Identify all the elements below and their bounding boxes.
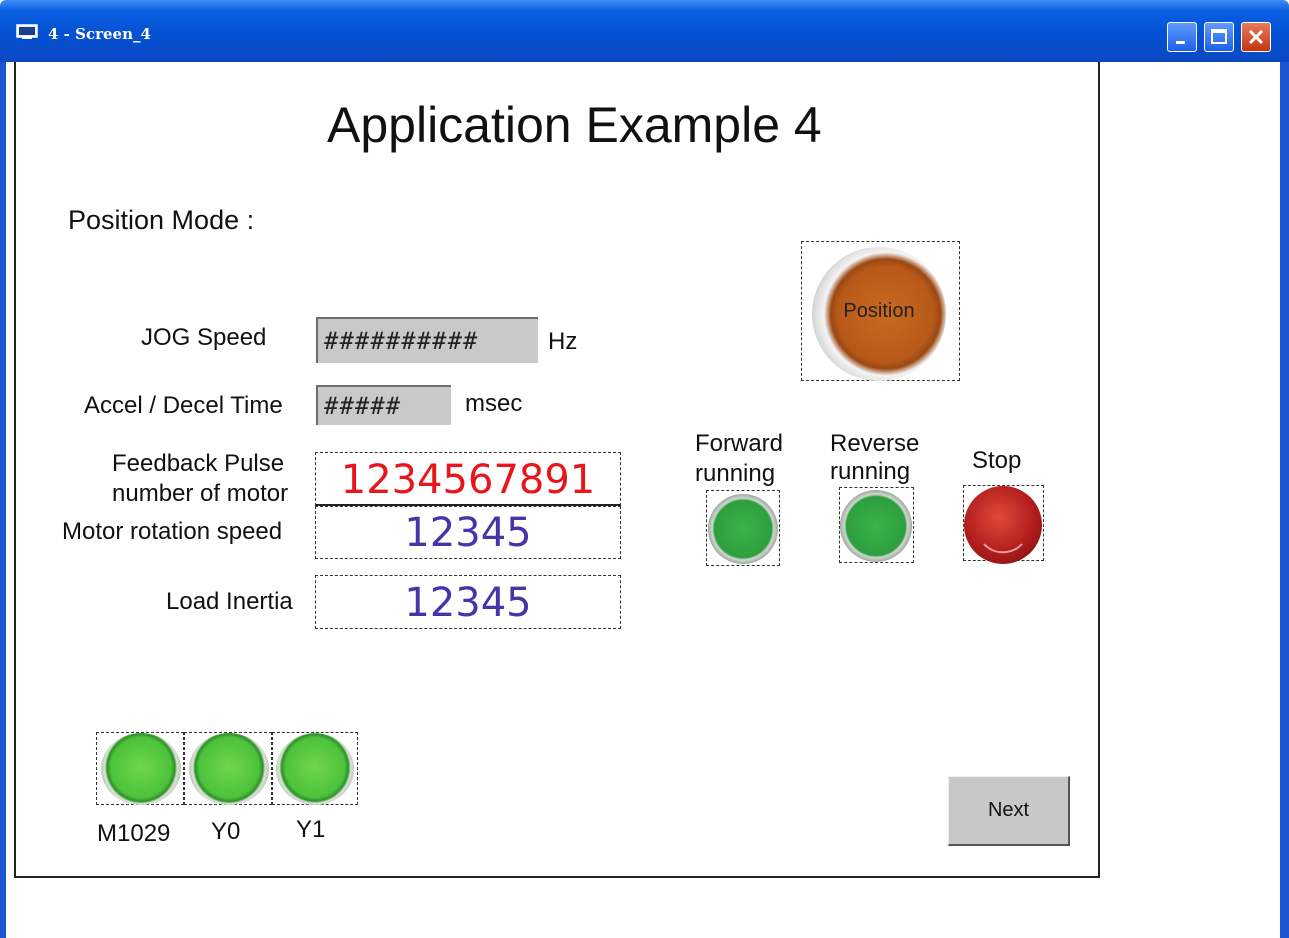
jog-speed-label: JOG Speed bbox=[141, 324, 267, 351]
feedback-pulse-label-line1: Feedback Pulse bbox=[112, 450, 285, 477]
maximize-icon bbox=[1211, 29, 1227, 44]
window-icon bbox=[16, 24, 38, 40]
indicator-lamp-y1 bbox=[276, 733, 354, 805]
next-button[interactable]: Next bbox=[948, 776, 1070, 846]
forward-running-lamp bbox=[708, 494, 778, 564]
reverse-running-label-line1: Reverse bbox=[830, 430, 920, 457]
minimize-button[interactable] bbox=[1167, 22, 1197, 52]
forward-running-label-line2: running bbox=[695, 460, 776, 487]
stop-button-icon bbox=[983, 543, 1023, 554]
forward-running-label-line1: Forward bbox=[695, 430, 784, 457]
indicator-label-m1029: M1029 bbox=[97, 820, 171, 847]
load-inertia-label: Load Inertia bbox=[166, 588, 293, 615]
indicator-lamp-y0 bbox=[189, 733, 269, 805]
accel-decel-label: Accel / Decel Time bbox=[84, 392, 283, 419]
stop-lamp[interactable] bbox=[964, 486, 1042, 564]
jog-speed-unit: Hz bbox=[548, 328, 578, 355]
title-bar bbox=[0, 0, 1289, 62]
accel-decel-input[interactable]: ##### bbox=[316, 385, 451, 425]
reverse-running-lamp bbox=[840, 490, 912, 562]
feedback-pulse-display: 1234567891 bbox=[315, 452, 621, 506]
accel-decel-unit: msec bbox=[465, 390, 523, 417]
stop-label: Stop bbox=[972, 447, 1022, 474]
window-frame-right bbox=[1280, 62, 1289, 938]
window-title: 4 - Screen_4 bbox=[48, 25, 151, 43]
indicator-label-y0: Y0 bbox=[211, 818, 241, 845]
reverse-running-label-line2: running bbox=[830, 458, 911, 485]
load-inertia-display: 12345 bbox=[315, 575, 621, 629]
feedback-pulse-label-line2: number of motor bbox=[112, 480, 289, 507]
indicator-lamp-m1029 bbox=[101, 733, 181, 805]
mode-label: Position Mode : bbox=[68, 205, 255, 235]
jog-speed-input[interactable]: ########## bbox=[316, 317, 538, 363]
minimize-icon bbox=[1176, 41, 1185, 44]
close-icon bbox=[1248, 29, 1264, 45]
indicator-label-y1: Y1 bbox=[296, 816, 326, 843]
maximize-button[interactable] bbox=[1204, 22, 1234, 52]
page-title: Application Example 4 bbox=[327, 97, 822, 153]
window-frame-left bbox=[0, 62, 6, 938]
motor-rotation-speed-label: Motor rotation speed bbox=[62, 518, 283, 545]
close-button[interactable] bbox=[1241, 22, 1271, 52]
position-button-label: Position bbox=[843, 300, 915, 322]
motor-rotation-speed-display: 12345 bbox=[315, 506, 621, 559]
